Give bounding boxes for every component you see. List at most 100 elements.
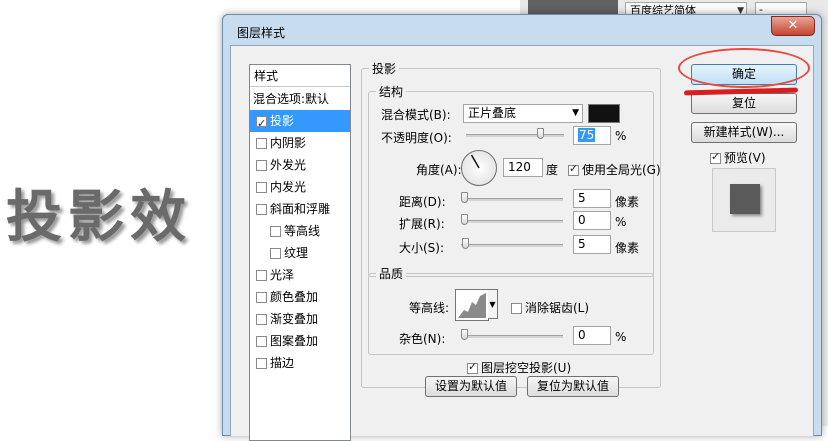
style-checkbox[interactable]	[256, 270, 267, 281]
angle-label: 角度(A):	[416, 163, 462, 177]
style-item[interactable]: 渐变叠加	[250, 308, 350, 330]
reset-button[interactable]: 复位	[691, 93, 797, 114]
style-item[interactable]: 图案叠加	[250, 330, 350, 352]
distance-slider-track[interactable]	[461, 198, 563, 201]
global-light-label: 使用全局光(G)	[582, 163, 661, 177]
make-default-button[interactable]: 设置为默认值	[425, 376, 517, 397]
style-item-label: 图案叠加	[270, 334, 319, 348]
style-item[interactable]: 描边	[250, 352, 350, 374]
contour-dropdown-button[interactable]: ▼	[488, 289, 498, 319]
opacity-value: 75	[578, 128, 596, 142]
contour-curve-icon	[458, 293, 486, 318]
style-item-label: 描边	[270, 356, 295, 370]
style-item[interactable]: 投影	[250, 110, 350, 135]
style-item[interactable]: 内发光	[250, 176, 350, 198]
preview-option[interactable]: 预览(V)	[710, 149, 766, 166]
style-checkbox[interactable]	[270, 226, 281, 237]
shadow-color-swatch[interactable]	[588, 104, 620, 123]
style-checkbox[interactable]	[256, 204, 267, 215]
opacity-slider-track[interactable]	[466, 134, 564, 137]
style-checkbox[interactable]	[256, 138, 267, 149]
contour-preview[interactable]	[455, 289, 489, 321]
style-checkbox[interactable]	[270, 248, 281, 259]
style-item-label: 渐变叠加	[270, 312, 319, 326]
spread-value: 0	[578, 213, 586, 227]
spread-slider-thumb[interactable]	[461, 214, 468, 225]
new-style-button[interactable]: 新建样式(W)...	[691, 122, 797, 143]
style-checkbox[interactable]	[256, 113, 267, 135]
styles-list: 样式 混合选项:默认投影内阴影外发光内发光斜面和浮雕等高线纹理光泽颜色叠加渐变叠…	[249, 64, 351, 441]
size-value: 5	[578, 237, 586, 251]
style-item[interactable]: 混合选项:默认	[250, 88, 350, 110]
antialias-option[interactable]: 消除锯齿(L)	[511, 299, 589, 316]
structure-title: 结构	[376, 83, 407, 100]
drop-shadow-title: 投影	[369, 60, 400, 77]
reset-to-default-button[interactable]: 复位为默认值	[527, 376, 619, 397]
style-item[interactable]: 光泽	[250, 264, 350, 286]
noise-unit: %	[615, 330, 627, 344]
noise-slider-track[interactable]	[461, 335, 563, 338]
close-icon: ✕	[787, 18, 799, 33]
opacity-slider-thumb[interactable]	[536, 128, 544, 139]
noise-label: 杂色(N):	[399, 332, 446, 346]
spread-label: 扩展(R):	[399, 217, 445, 231]
knockout-option[interactable]: 图层挖空投影(U)	[467, 359, 571, 376]
close-button[interactable]: ✕	[771, 16, 815, 36]
dialog-title: 图层样式	[237, 26, 286, 40]
size-label: 大小(S):	[399, 241, 445, 255]
distance-input[interactable]: 5	[573, 189, 611, 208]
knockout-label: 图层挖空投影(U)	[481, 361, 572, 375]
angle-input[interactable]: 120	[503, 158, 543, 177]
style-item-label: 内发光	[270, 180, 307, 194]
global-light-checkbox[interactable]	[568, 162, 579, 176]
style-checkbox[interactable]	[256, 314, 267, 325]
size-unit: 像素	[615, 241, 640, 255]
style-checkbox[interactable]	[256, 336, 267, 347]
opacity-label: 不透明度(O):	[381, 131, 452, 145]
style-item-label: 等高线	[284, 224, 321, 238]
style-item[interactable]: 斜面和浮雕	[250, 198, 350, 220]
style-checkbox[interactable]	[256, 358, 267, 369]
chevron-down-icon: ▼	[572, 108, 579, 118]
size-input[interactable]: 5	[573, 235, 611, 254]
distance-label: 距离(D):	[399, 195, 446, 209]
angle-unit: 度	[546, 163, 559, 177]
style-item[interactable]: 内阴影	[250, 132, 350, 154]
style-item[interactable]: 等高线	[250, 220, 350, 242]
style-checkbox[interactable]	[256, 182, 267, 193]
spread-unit: %	[615, 215, 627, 229]
size-slider-track[interactable]	[461, 244, 563, 247]
distance-unit: 像素	[615, 195, 640, 209]
style-item-label: 混合选项:默认	[253, 92, 330, 106]
antialias-label: 消除锯齿(L)	[525, 301, 590, 315]
style-item-label: 外发光	[270, 158, 307, 172]
angle-value: 120	[508, 160, 531, 174]
spread-input[interactable]: 0	[573, 211, 611, 230]
style-checkbox[interactable]	[256, 292, 267, 303]
style-checkbox[interactable]	[256, 160, 267, 171]
noise-input[interactable]: 0	[573, 326, 611, 345]
preview-checkbox[interactable]	[710, 150, 721, 164]
style-item[interactable]: 颜色叠加	[250, 286, 350, 308]
knockout-checkbox[interactable]	[467, 360, 478, 374]
opacity-unit: %	[615, 129, 627, 143]
angle-dial[interactable]	[461, 150, 497, 186]
antialias-checkbox[interactable]	[511, 303, 522, 314]
global-light-option[interactable]: 使用全局光(G)	[568, 161, 661, 178]
style-item-label: 投影	[270, 114, 295, 128]
size-slider-thumb[interactable]	[462, 238, 469, 249]
distance-slider-thumb[interactable]	[461, 192, 468, 203]
style-item-label: 光泽	[270, 268, 295, 282]
noise-slider-thumb[interactable]	[461, 329, 468, 340]
distance-value: 5	[578, 191, 586, 205]
preview-shadow-square	[730, 184, 760, 214]
style-item[interactable]: 外发光	[250, 154, 350, 176]
opacity-input[interactable]: 75	[573, 126, 611, 145]
blend-mode-select[interactable]: 正片叠底 ▼	[463, 104, 583, 123]
style-item[interactable]: 纹理	[250, 242, 350, 264]
style-item-label: 斜面和浮雕	[270, 202, 331, 216]
preview-label: 预览(V)	[724, 151, 766, 165]
dialog-client: 样式 混合选项:默认投影内阴影外发光内发光斜面和浮雕等高线纹理光泽颜色叠加渐变叠…	[230, 45, 814, 441]
dialog-titlebar[interactable]: 图层样式 ✕	[223, 15, 821, 45]
spread-slider-track[interactable]	[461, 220, 563, 223]
